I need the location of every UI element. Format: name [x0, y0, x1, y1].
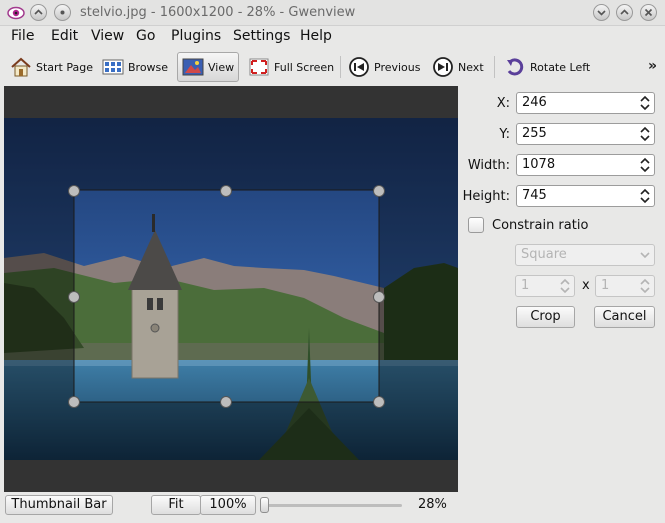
crop-handle-left[interactable]: [68, 291, 80, 303]
image-view-icon: [182, 57, 204, 77]
chevron-up-icon: [620, 9, 629, 15]
view-label: View: [208, 60, 235, 74]
photo: [4, 118, 458, 460]
zoom-slider[interactable]: [260, 497, 404, 513]
close-button[interactable]: [640, 4, 657, 21]
toolbar-overflow-button[interactable]: »: [648, 58, 657, 74]
spin-arrows-icon: [560, 278, 570, 294]
start-page-label: Start Page: [36, 60, 93, 74]
spin-arrows-icon: [640, 95, 650, 111]
y-spinbox[interactable]: 255: [516, 123, 655, 145]
chevron-up-icon: [34, 9, 43, 15]
title-bar: stelvio.jpg - 1600x1200 - 28% - Gwenview: [0, 0, 665, 26]
rotate-left-label: Rotate Left: [530, 60, 591, 74]
spin-arrows-icon: [640, 157, 650, 173]
keep-above-button[interactable]: [30, 4, 47, 21]
next-button[interactable]: Next: [428, 52, 488, 82]
view-button[interactable]: View: [177, 52, 240, 82]
constrain-ratio-label[interactable]: Constrain ratio: [492, 218, 588, 233]
browse-button[interactable]: Browse: [98, 52, 172, 82]
menu-edit[interactable]: Edit: [51, 28, 78, 44]
crop-button[interactable]: Crop: [516, 306, 575, 328]
toolbar-separator: [494, 56, 495, 78]
zoom-100-button[interactable]: 100%: [200, 495, 256, 515]
zoom-fit-button[interactable]: Fit: [151, 495, 201, 515]
previous-icon: [348, 57, 370, 77]
spin-arrows-icon: [640, 278, 650, 294]
close-icon: [644, 8, 653, 17]
previous-label: Previous: [374, 60, 421, 74]
window-title: stelvio.jpg - 1600x1200 - 28% - Gwenview: [80, 5, 356, 20]
chevron-down-icon: [640, 252, 650, 259]
crop-handle-top-right[interactable]: [373, 185, 385, 197]
menu-file[interactable]: File: [11, 28, 34, 44]
y-label: Y:: [499, 127, 510, 142]
rotate-left-button[interactable]: Rotate Left: [500, 52, 594, 82]
constrain-ratio-checkbox[interactable]: [468, 217, 484, 233]
on-all-desktops-button[interactable]: [54, 4, 71, 21]
width-value: 1078: [522, 157, 556, 172]
ratio-width-value: 1: [521, 278, 530, 293]
menu-plugins[interactable]: Plugins: [171, 28, 221, 44]
ratio-height-spinbox[interactable]: 1: [595, 275, 655, 297]
menu-go[interactable]: Go: [136, 28, 155, 44]
crop-handle-top-left[interactable]: [68, 185, 80, 197]
ratio-width-spinbox[interactable]: 1: [515, 275, 575, 297]
previous-button[interactable]: Previous: [344, 52, 425, 82]
menu-view[interactable]: View: [91, 28, 124, 44]
ratio-separator-label: x: [582, 278, 590, 293]
home-icon: [10, 57, 32, 77]
zoom-slider-track: [262, 504, 402, 507]
fullscreen-icon: [248, 57, 270, 77]
crop-overlay: [4, 118, 458, 460]
main-toolbar: Start Page Browse View Full Screen Previ…: [0, 50, 665, 84]
crop-handle-bottom-left[interactable]: [68, 396, 80, 408]
zoom-slider-handle[interactable]: [260, 497, 269, 513]
start-page-button[interactable]: Start Page: [6, 52, 97, 82]
height-spinbox[interactable]: 745: [516, 185, 655, 207]
crop-panel: X: 246 Y: 255 Width: 1078 Height: 745 Co…: [460, 86, 665, 492]
crop-handle-bottom-right[interactable]: [373, 396, 385, 408]
width-spinbox[interactable]: 1078: [516, 154, 655, 176]
browse-label: Browse: [128, 60, 169, 74]
menu-settings[interactable]: Settings: [233, 28, 290, 44]
cancel-button[interactable]: Cancel: [594, 306, 655, 328]
width-label: Width:: [467, 158, 510, 173]
crop-handle-top[interactable]: [220, 185, 232, 197]
zoom-percent-label: 28%: [418, 497, 447, 512]
thumbnail-bar-button[interactable]: Thumbnail Bar: [5, 495, 113, 515]
ratio-select[interactable]: Square: [515, 244, 655, 266]
height-label: Height:: [462, 189, 510, 204]
x-spinbox[interactable]: 246: [516, 92, 655, 114]
x-label: X:: [496, 96, 510, 111]
ratio-height-value: 1: [601, 278, 610, 293]
x-value: 246: [522, 95, 547, 110]
dot-icon: [60, 10, 65, 15]
next-icon: [432, 57, 454, 77]
crop-handle-right[interactable]: [373, 291, 385, 303]
menu-help[interactable]: Help: [300, 28, 332, 44]
crop-handle-bottom[interactable]: [220, 396, 232, 408]
chevron-down-icon: [597, 10, 606, 16]
ratio-select-value: Square: [521, 247, 567, 262]
minimize-button[interactable]: [593, 4, 610, 21]
toolbar-separator: [340, 56, 341, 78]
spin-arrows-icon: [640, 126, 650, 142]
app-icon[interactable]: [7, 5, 25, 21]
status-bar: Thumbnail Bar Fit 100% 28%: [0, 493, 665, 523]
height-value: 745: [522, 188, 547, 203]
full-screen-label: Full Screen: [274, 60, 335, 74]
full-screen-button[interactable]: Full Screen: [244, 52, 338, 82]
rotate-left-icon: [504, 57, 526, 77]
maximize-button[interactable]: [616, 4, 633, 21]
y-value: 255: [522, 126, 547, 141]
image-viewer[interactable]: [4, 86, 458, 492]
menu-bar: File Edit View Go Plugins Settings Help: [0, 26, 665, 48]
grid-icon: [102, 57, 124, 77]
spin-arrows-icon: [640, 188, 650, 204]
next-label: Next: [458, 60, 484, 74]
